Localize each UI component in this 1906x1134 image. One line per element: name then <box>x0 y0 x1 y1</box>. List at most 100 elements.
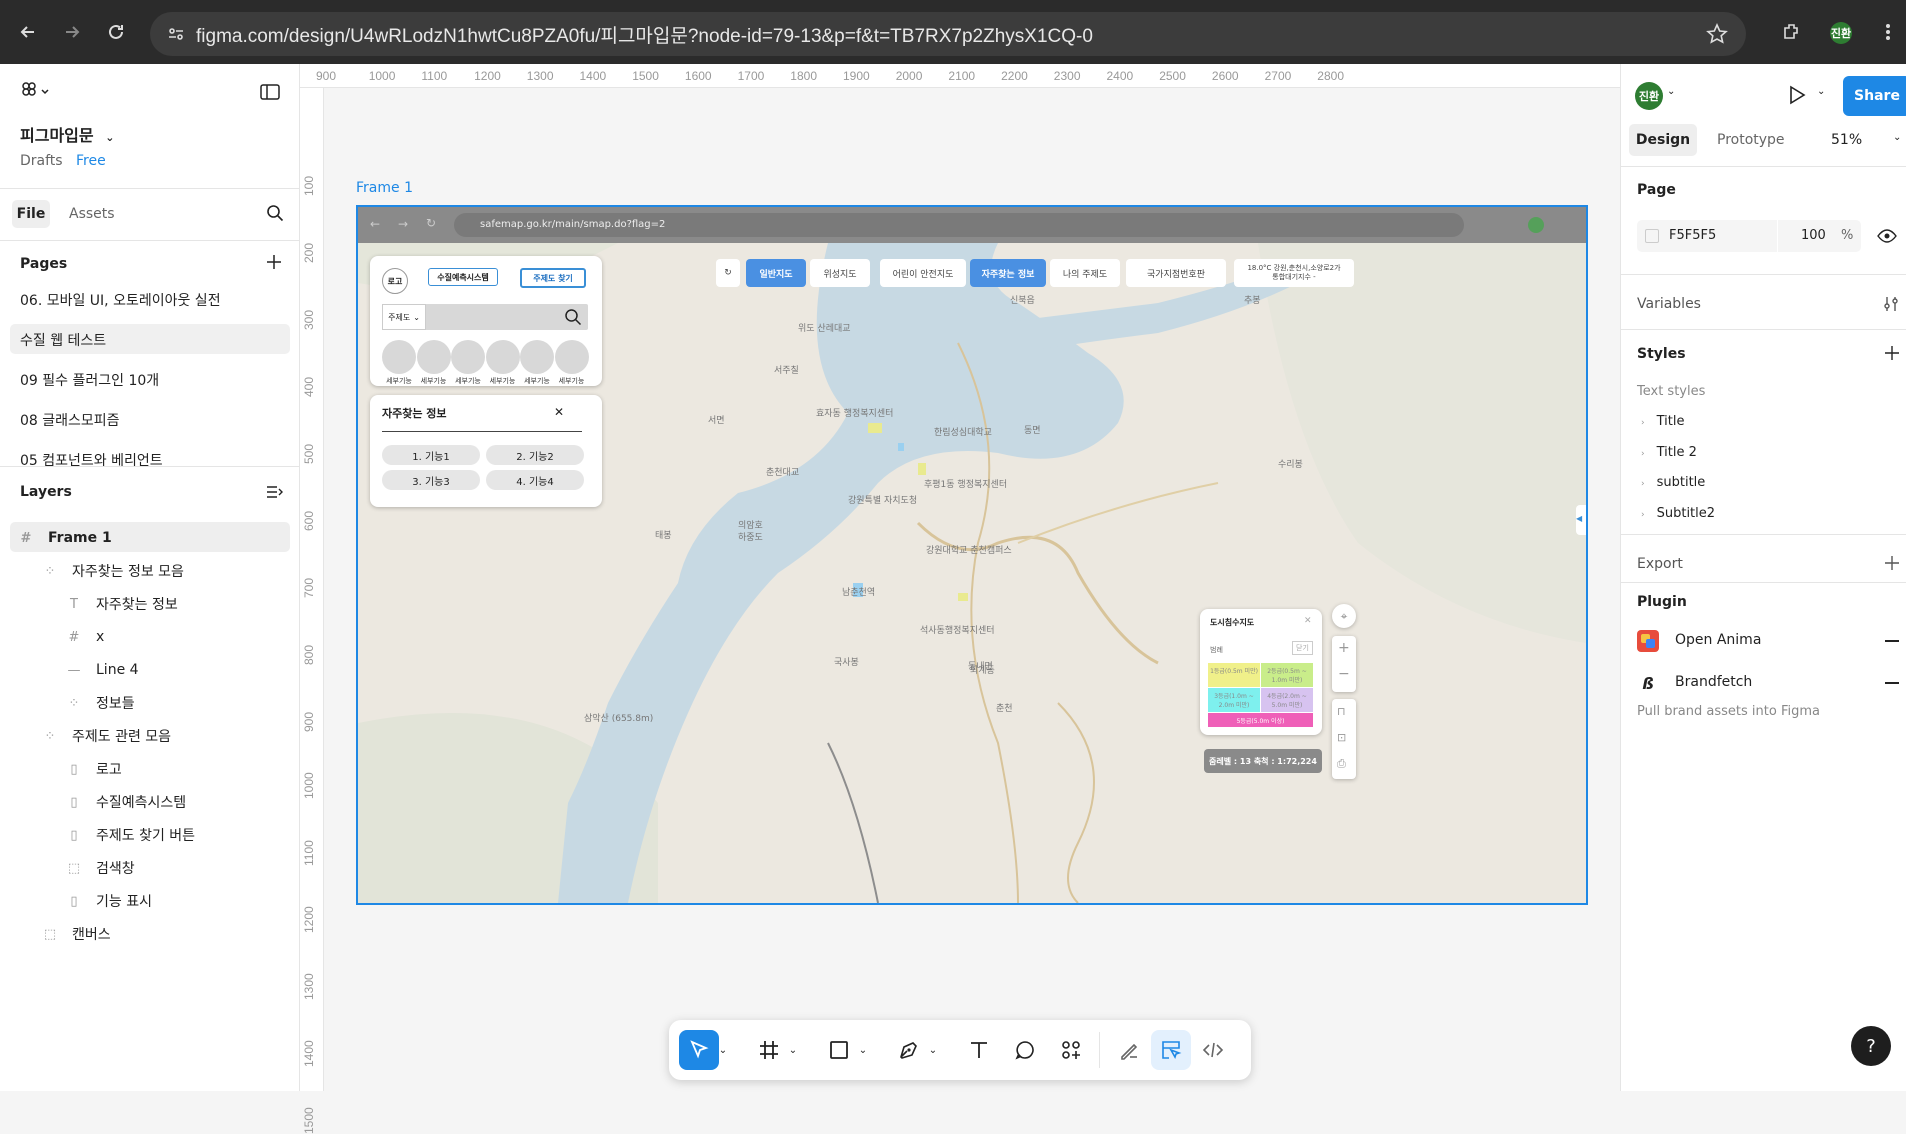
measure-area-icon[interactable]: ⊡ <box>1337 731 1346 744</box>
variables-settings-icon[interactable] <box>1883 296 1899 312</box>
search-icon[interactable] <box>266 204 284 222</box>
rectangle-tool-icon[interactable] <box>819 1030 859 1070</box>
plan-badge[interactable]: Free <box>76 153 106 169</box>
search-box[interactable]: 주제도 ⌄ <box>382 304 588 330</box>
toggle-sidebar-icon[interactable] <box>260 84 280 100</box>
map-tab[interactable]: 일반지도 <box>746 259 806 287</box>
faq-item[interactable]: 4. 기능4 <box>486 470 584 490</box>
feature-circle[interactable] <box>485 340 520 374</box>
search-icon[interactable] <box>564 308 582 326</box>
map-refresh-icon[interactable]: ↻ <box>716 259 740 287</box>
locate-icon[interactable]: ⌖ <box>1332 604 1356 628</box>
reload-icon[interactable] <box>104 20 128 44</box>
frame-tool-icon[interactable] <box>749 1030 789 1070</box>
page-item[interactable]: 09 필수 플러그인 10개 <box>20 370 159 390</box>
text-style-item[interactable]: › Subtitle2 <box>1641 506 1715 521</box>
faq-item[interactable]: 2. 기능2 <box>486 445 584 465</box>
chevron-down-icon[interactable]: ⌄ <box>925 1030 941 1070</box>
text-style-item[interactable]: › Title <box>1641 414 1684 429</box>
remove-plugin-icon[interactable] <box>1885 640 1899 642</box>
feature-circle[interactable] <box>520 340 554 374</box>
add-export-icon[interactable] <box>1885 556 1899 570</box>
find-theme-button[interactable]: 주제도 찾기 <box>520 268 586 288</box>
eye-icon[interactable] <box>1877 229 1897 243</box>
text-tool-icon[interactable] <box>959 1030 999 1070</box>
close-icon[interactable]: ✕ <box>554 405 564 419</box>
print-icon[interactable]: ⎙ <box>1337 757 1346 771</box>
page-bg-field[interactable]: F5F5F5 100 % <box>1637 220 1861 252</box>
chevron-down-icon[interactable]: ⌄ <box>855 1030 871 1070</box>
plugin-brandfetch[interactable]: Brandfetch <box>1675 674 1752 690</box>
drafts-link[interactable]: Drafts <box>20 153 63 169</box>
layer-item[interactable]: T 자주찾는 정보 <box>66 589 178 619</box>
layer-item[interactable]: ⬚ 검색창 <box>66 853 135 883</box>
chevron-down-icon[interactable]: ⌄ <box>715 1030 731 1070</box>
layer-item[interactable]: ⁘ 정보들 <box>66 688 135 718</box>
layer-item[interactable]: # x <box>66 622 105 652</box>
profile-avatar[interactable]: 진환 <box>1830 22 1852 44</box>
tab-design[interactable]: Design <box>1629 124 1697 156</box>
map-tab[interactable]: 어린이 안전지도 <box>880 259 966 287</box>
map-tab[interactable]: 자주찾는 정보 <box>970 259 1046 287</box>
map-tab[interactable]: 위성지도 <box>810 259 870 287</box>
help-button[interactable]: ? <box>1851 1026 1891 1066</box>
extensions-icon[interactable] <box>1780 20 1804 44</box>
components-actions-icon[interactable] <box>1051 1030 1091 1070</box>
layer-item[interactable]: ⁘ 자주찾는 정보 모음 <box>42 556 184 586</box>
export-title[interactable]: Export <box>1637 556 1683 572</box>
share-button[interactable]: Share <box>1843 76 1906 116</box>
faq-item[interactable]: 1. 기능1 <box>382 445 480 465</box>
map-tab[interactable]: 나의 주제도 <box>1050 259 1120 287</box>
feature-circle[interactable] <box>451 340 485 374</box>
chevron-down-icon[interactable]: ⌄ <box>1817 86 1825 97</box>
frame-1[interactable]: ← → ↻ safemap.go.kr/main/smap.do?flag=2 … <box>356 205 1588 905</box>
menu-dots-icon[interactable] <box>1876 20 1900 44</box>
pen-tool-icon[interactable] <box>889 1030 929 1070</box>
side-toggle-icon[interactable]: ◀ <box>1576 505 1586 535</box>
layer-item[interactable]: ⬚ 캔버스 <box>42 919 111 949</box>
page-item[interactable]: 06. 모바일 UI, 오토레이아웃 실전 <box>20 290 221 310</box>
present-play-icon[interactable] <box>1787 84 1807 106</box>
legend-close-button[interactable]: 닫기 <box>1292 641 1313 655</box>
layer-item[interactable]: ⁘ 주제도 관련 모음 <box>42 721 172 751</box>
faq-item[interactable]: 3. 기능3 <box>382 470 480 490</box>
add-style-icon[interactable] <box>1885 346 1899 360</box>
site-settings-icon[interactable] <box>166 24 186 44</box>
chevron-down-icon[interactable]: ⌄ <box>1667 86 1675 97</box>
page-item[interactable]: 05 컴포넌트와 베리언트 <box>20 450 163 470</box>
chevron-down-icon[interactable]: ⌄ <box>1893 132 1901 143</box>
layer-item[interactable]: ▯ 기능 표시 <box>66 886 152 916</box>
color-swatch[interactable] <box>1645 229 1659 243</box>
close-icon[interactable]: ✕ <box>1304 616 1312 626</box>
water-prediction-system[interactable]: 수질예측시스템 <box>428 268 498 286</box>
zoom-out-icon[interactable]: − <box>1338 666 1350 682</box>
figma-menu-icon[interactable] <box>22 82 52 102</box>
comment-tool-icon[interactable] <box>1005 1030 1045 1070</box>
tab-file[interactable]: File <box>12 200 50 228</box>
theme-select[interactable]: 주제도 ⌄ <box>382 304 426 330</box>
draw-mode-icon[interactable] <box>1109 1030 1149 1070</box>
move-tool-icon[interactable] <box>679 1030 719 1070</box>
zoom-in-icon[interactable]: + <box>1338 640 1350 656</box>
map-tab[interactable]: 국가지점번호판 <box>1126 259 1226 287</box>
layer-item[interactable]: ▯ 로고 <box>66 754 121 784</box>
page-item[interactable]: 수질 웹 테스트 <box>20 330 106 350</box>
logo[interactable]: 로고 <box>382 268 408 294</box>
frame-label[interactable]: Frame 1 <box>356 180 413 196</box>
collapse-layers-icon[interactable] <box>266 484 284 500</box>
bookmark-star-icon[interactable] <box>1706 23 1728 45</box>
dev-mode-icon[interactable] <box>1193 1030 1233 1070</box>
layer-item[interactable]: ▯ 주제도 찾기 버튼 <box>66 820 195 850</box>
layer-item[interactable]: ▯ 수질예측시스템 <box>66 787 186 817</box>
measure-distance-icon[interactable]: ⊓ <box>1337 705 1346 718</box>
page-item[interactable]: 08 글래스모피즘 <box>20 410 120 430</box>
bg-hex[interactable]: F5F5F5 <box>1669 228 1716 243</box>
feature-circle[interactable] <box>382 340 416 374</box>
address-bar[interactable]: figma.com/design/U4wRLodzN1hwtCu8PZA0fu/… <box>150 12 1746 56</box>
tab-assets[interactable]: Assets <box>69 206 115 222</box>
remove-plugin-icon[interactable] <box>1885 682 1899 684</box>
variables-title[interactable]: Variables <box>1637 296 1701 312</box>
plugin-open-anima[interactable]: Open Anima <box>1675 632 1761 648</box>
layer-item[interactable]: — Line 4 <box>66 655 139 685</box>
add-page-icon[interactable] <box>266 254 282 270</box>
